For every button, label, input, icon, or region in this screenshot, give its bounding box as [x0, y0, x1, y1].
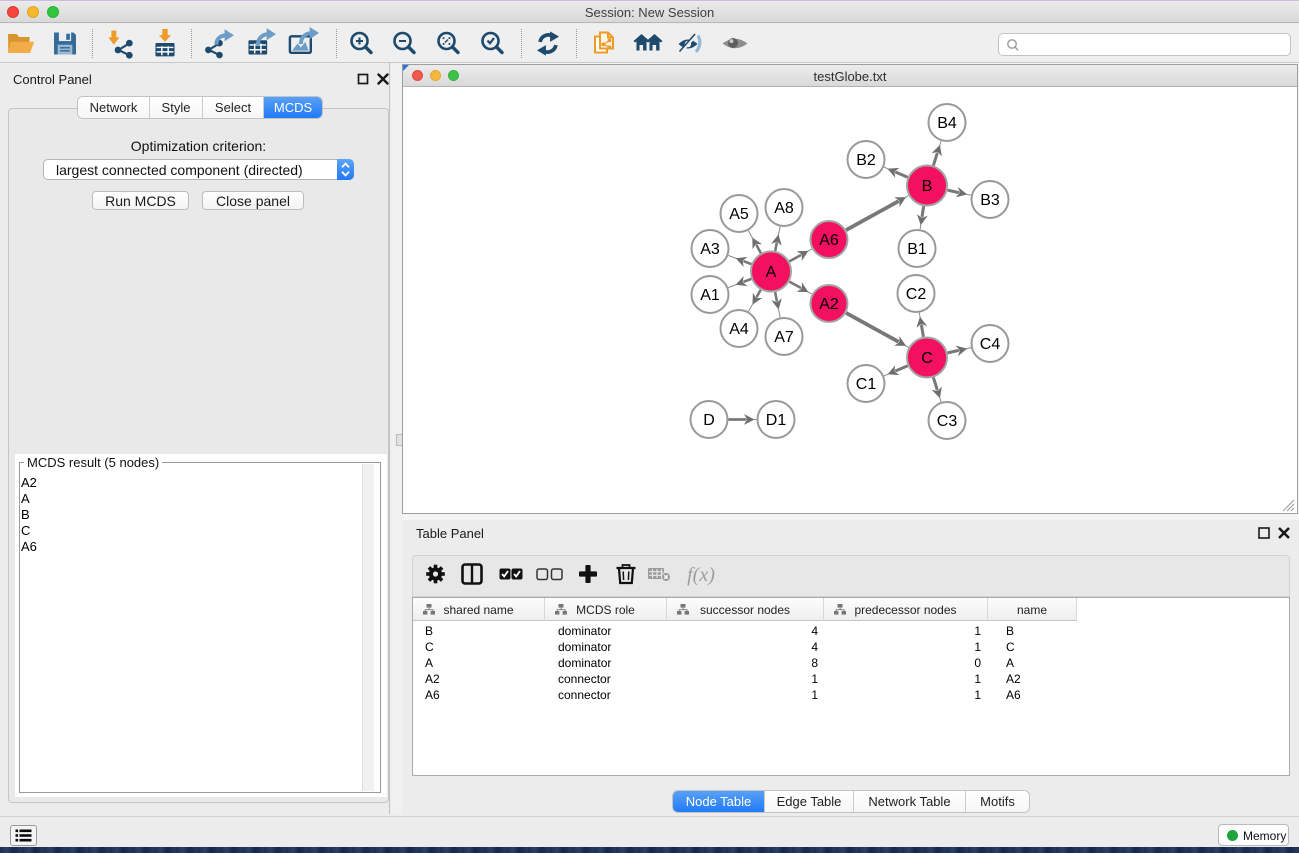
svg-text:A3: A3 — [700, 241, 720, 258]
svg-text:B2: B2 — [856, 152, 876, 169]
svg-text:A7: A7 — [774, 329, 794, 346]
svg-text:C: C — [921, 350, 933, 367]
svg-text:B1: B1 — [907, 241, 927, 258]
svg-text:B3: B3 — [980, 192, 1000, 209]
svg-text:B: B — [922, 178, 933, 195]
svg-text:A8: A8 — [774, 200, 794, 217]
svg-text:C3: C3 — [937, 413, 958, 430]
svg-text:A5: A5 — [729, 206, 749, 223]
svg-text:A1: A1 — [700, 287, 720, 304]
svg-text:A6: A6 — [819, 232, 839, 249]
svg-text:A4: A4 — [729, 321, 749, 338]
svg-text:C2: C2 — [906, 286, 927, 303]
svg-text:B4: B4 — [937, 115, 957, 132]
svg-text:f(x): f(x) — [687, 564, 715, 586]
svg-text:D1: D1 — [766, 412, 787, 429]
svg-text:C1: C1 — [856, 376, 877, 393]
svg-text:C4: C4 — [980, 336, 1001, 353]
svg-text:A: A — [766, 264, 777, 281]
svg-text:D: D — [703, 412, 715, 429]
svg-text:A2: A2 — [819, 296, 839, 313]
